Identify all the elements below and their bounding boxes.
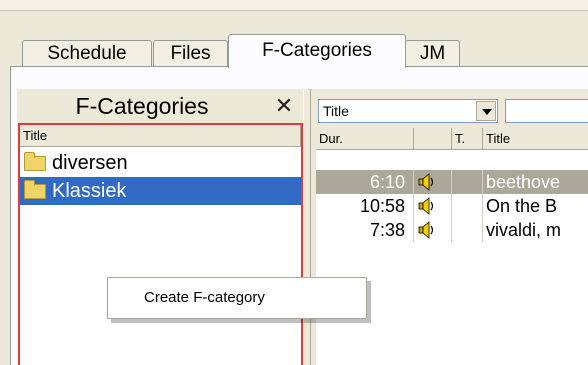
cell-title[interactable]: vivaldi, m: [483, 218, 588, 242]
tab-files[interactable]: Files: [153, 40, 228, 68]
search-input[interactable]: [505, 99, 588, 123]
folder-icon: [24, 152, 46, 171]
speaker-icon: [418, 221, 434, 239]
cell-t[interactable]: [452, 170, 483, 194]
top-strip: [0, 0, 588, 10]
tab-schedule[interactable]: Schedule: [22, 40, 152, 68]
speaker-icon: [418, 173, 434, 191]
cell-duration[interactable]: 7:38: [316, 218, 414, 242]
panel-title: F-Categories: [75, 93, 209, 119]
tab-f-categories[interactable]: F-Categories: [228, 34, 406, 68]
column-header-title[interactable]: Title: [483, 128, 588, 150]
category-item-diversen[interactable]: diversen: [20, 149, 301, 177]
close-icon[interactable]: ✕: [271, 94, 297, 118]
cell-t[interactable]: [452, 194, 483, 218]
category-item-klassiek[interactable]: Klassiek: [20, 177, 301, 205]
f-categories-panel-header: F-Categories ✕: [17, 89, 303, 123]
cell-type[interactable]: [414, 170, 452, 194]
column-header-duration[interactable]: Dur.: [316, 128, 414, 150]
cell-type[interactable]: [414, 194, 452, 218]
cell-type[interactable]: [414, 218, 452, 242]
cell-duration[interactable]: 10:58: [316, 194, 414, 218]
top-divider: [0, 10, 588, 11]
menu-item-create-f-category[interactable]: Create F-category: [108, 278, 366, 318]
cell-duration[interactable]: 6:10: [316, 170, 414, 194]
chevron-down-icon[interactable]: [476, 101, 496, 121]
cell-title[interactable]: On the B: [483, 194, 588, 218]
column-header-type-icon[interactable]: [414, 128, 452, 150]
speaker-icon: [418, 197, 434, 215]
filter-field-select[interactable]: Title: [318, 99, 498, 123]
context-menu: Create F-category: [107, 277, 367, 319]
files-grid[interactable]: Dur. T. Title 6:10 beethove 10:58 On the…: [316, 128, 588, 365]
cell-t[interactable]: [452, 218, 483, 242]
folder-icon: [24, 180, 46, 199]
column-header-t[interactable]: T.: [452, 128, 483, 150]
cell-title[interactable]: beethove: [483, 170, 588, 194]
column-header-title[interactable]: Title: [20, 125, 301, 147]
category-label: diversen: [52, 152, 128, 174]
category-label: Klassiek: [52, 180, 127, 202]
category-list[interactable]: Title diversen Klassiek: [18, 123, 303, 365]
tab-jm[interactable]: JM: [405, 40, 460, 68]
